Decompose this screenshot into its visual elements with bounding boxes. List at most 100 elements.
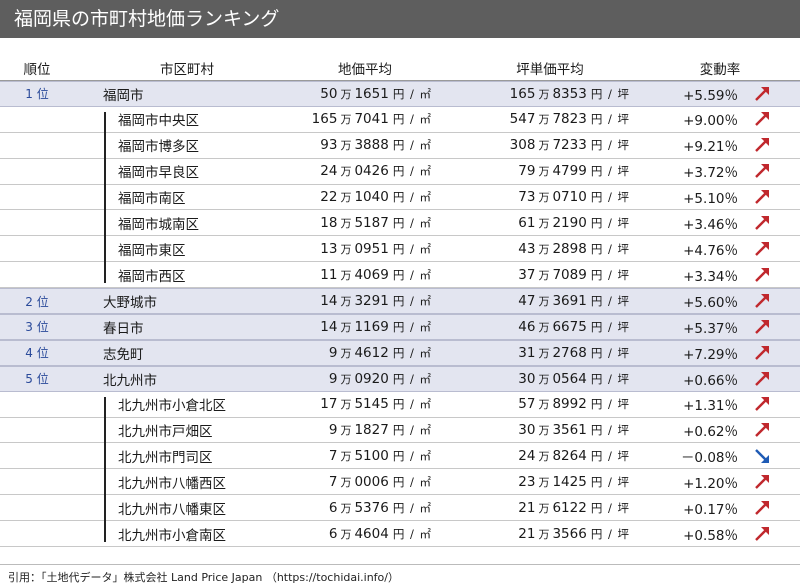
up-arrow-icon [755, 241, 769, 256]
man-unit: 万 [340, 165, 352, 179]
ranking-table: 順位 市区町村 地価平均 坪単価平均 変動率 1 位福岡市 50 万 1651 円 / … [0, 56, 800, 548]
avg-price: 14 万 1169 円 / ㎡ [320, 315, 432, 339]
table-row: 福岡市東区 13 万 0951 円 / ㎡ 43 万 2898 円 / 坪 +4.76％ [0, 236, 800, 263]
avg-price-rest: 1827 [354, 422, 389, 439]
municipality-name: 北九州市 [103, 372, 157, 389]
tsubo-price-unit: 円 / 坪 [590, 448, 630, 463]
avg-price: 14 万 3291 円 / ㎡ [320, 289, 432, 313]
avg-price: 18 万 5187 円 / ㎡ [320, 210, 432, 235]
tsubo-price-man: 61 [518, 214, 536, 231]
tsubo-price: 21 万 3566 円 / 坪 [518, 521, 630, 546]
avg-price: 11 万 4069 円 / ㎡ [320, 262, 432, 287]
avg-price: 17 万 5145 円 / ㎡ [320, 392, 432, 417]
table-row: 北九州市小倉南区 6 万 4604 円 / ㎡ 21 万 3566 円 / 坪 +0.58％ [0, 521, 800, 548]
tsubo-price: 21 万 6122 円 / 坪 [518, 495, 630, 520]
change-rate: +0.62％ [683, 424, 738, 441]
avg-price-man: 22 [320, 189, 338, 205]
man-unit: 万 [538, 501, 550, 515]
man-unit: 万 [340, 372, 352, 386]
man-unit: 万 [538, 191, 550, 204]
avg-price-man: 18 [320, 214, 338, 231]
tsubo-price-man: 23 [518, 473, 536, 490]
table-row: 北九州市門司区 7 万 5100 円 / ㎡ 24 万 8264 円 / 坪－0.08％ [0, 443, 800, 470]
man-unit: 万 [538, 449, 550, 463]
table-row: 北九州市小倉北区 17 万 5145 円 / ㎡ 57 万 8992 円 / 坪 +1.31％ [0, 392, 800, 418]
tsubo-price-man: 47 [518, 293, 536, 310]
tsubo-price-rest: 3561 [552, 422, 587, 439]
rank-label: 5 位 [25, 372, 49, 387]
tsubo-price-man: 43 [518, 240, 536, 257]
municipality-name: 福岡市早良区 [118, 165, 199, 182]
municipality-name: 福岡市城南区 [118, 216, 199, 233]
page-title: 福岡県の市町村地価ランキング [14, 8, 280, 30]
tsubo-price-rest: 8264 [552, 447, 587, 464]
tsubo-price-unit: 円 / 坪 [590, 112, 630, 127]
column-header-tsubo: 坪単価平均 [516, 62, 584, 78]
up-arrow-icon [755, 423, 769, 437]
tsubo-price-unit: 円 / 坪 [590, 526, 630, 541]
tsubo-price-man: 547 [509, 111, 536, 128]
table-row: 福岡市南区 22 万 1040 円 / ㎡ 73 万 0710 円 / 坪 +5.10％ [0, 185, 800, 211]
municipality-name: 北九州市八幡東区 [118, 501, 226, 518]
tsubo-price-unit: 円 / 坪 [590, 500, 630, 515]
avg-price: 9 万 1827 円 / ㎡ [329, 418, 432, 443]
up-arrow-icon [755, 294, 769, 308]
avg-price-man: 9 [328, 344, 338, 361]
up-arrow-icon [755, 319, 769, 334]
avg-price-man: 9 [328, 370, 338, 387]
man-unit: 万 [538, 320, 550, 334]
change-rate: +3.46％ [683, 216, 738, 233]
tsubo-price-man: 21 [518, 499, 536, 516]
avg-price-man: 14 [320, 318, 338, 335]
tsubo-price: 547 万 7823 円 / 坪 [510, 107, 630, 132]
table-row: 福岡市城南区 18 万 5187 円 / ㎡ 61 万 2190 円 / 坪 +3.46％ [0, 210, 800, 237]
change-rate: +5.37％ [683, 320, 738, 337]
table-row: 福岡市中央区 165 万 7041 円 / ㎡ 547 万 7823 円 / 坪 +9.00％ [0, 107, 800, 133]
avg-price-rest: 3888 [354, 137, 389, 154]
avg-price-rest: 7041 [354, 111, 389, 128]
avg-price-rest: 5376 [354, 499, 389, 516]
rank-label: 2 位 [25, 294, 49, 309]
man-unit: 万 [538, 139, 550, 153]
municipality-name: 志免町 [103, 346, 144, 363]
tsubo-price-unit: 円 / 坪 [590, 371, 630, 386]
man-unit: 万 [538, 346, 550, 360]
tsubo-price-unit: 円 / 坪 [590, 319, 630, 334]
tsubo-price: 30 万 0564 円 / 坪 [518, 367, 630, 391]
man-unit: 万 [340, 242, 352, 256]
avg-price: 165 万 7041 円 / ㎡ [312, 107, 432, 132]
tsubo-price-rest: 7823 [552, 111, 587, 128]
man-unit: 万 [538, 242, 550, 256]
table-body: 1 位福岡市 50 万 1651 円 / ㎡ 165 万 8353 円 / 坪 +5.59％ 福岡市… [0, 81, 800, 548]
tsubo-price-unit: 円 / 坪 [590, 164, 630, 179]
avg-price-rest: 0006 [354, 473, 389, 490]
tsubo-price: 46 万 6675 円 / 坪 [518, 315, 630, 339]
municipality-name: 福岡市西区 [118, 268, 186, 285]
tsubo-price-man: 57 [518, 396, 536, 413]
avg-price-unit: 円 / ㎡ [392, 319, 432, 334]
change-rate: +1.20％ [683, 475, 738, 492]
tsubo-price-unit: 円 / 坪 [590, 86, 630, 101]
change-rate: +9.00％ [683, 113, 738, 130]
man-unit: 万 [340, 527, 352, 541]
change-rate: +5.59％ [683, 87, 738, 104]
tsubo-price: 79 万 4799 円 / 坪 [518, 159, 630, 184]
change-rate: +0.58％ [683, 527, 738, 544]
avg-price: 6 万 4604 円 / ㎡ [329, 521, 432, 546]
change-rate: +7.29％ [683, 346, 738, 363]
tsubo-price: 165 万 8353 円 / 坪 [510, 82, 630, 106]
up-arrow-icon [755, 190, 769, 204]
tsubo-price-rest: 7089 [552, 266, 587, 283]
man-unit: 万 [340, 398, 352, 412]
tsubo-price-unit: 円 / 坪 [590, 294, 630, 309]
tsubo-price-man: 30 [518, 422, 536, 439]
man-unit: 万 [340, 320, 352, 334]
tsubo-price-rest: 3566 [552, 525, 587, 542]
avg-price-unit: 円 / ㎡ [392, 345, 432, 360]
man-unit: 万 [340, 87, 352, 101]
avg-price-unit: 円 / ㎡ [392, 190, 432, 204]
tsubo-price-rest: 2898 [552, 240, 587, 257]
ward-group-bracket [104, 396, 106, 543]
avg-price-man: 6 [328, 525, 338, 542]
man-unit: 万 [340, 113, 352, 127]
